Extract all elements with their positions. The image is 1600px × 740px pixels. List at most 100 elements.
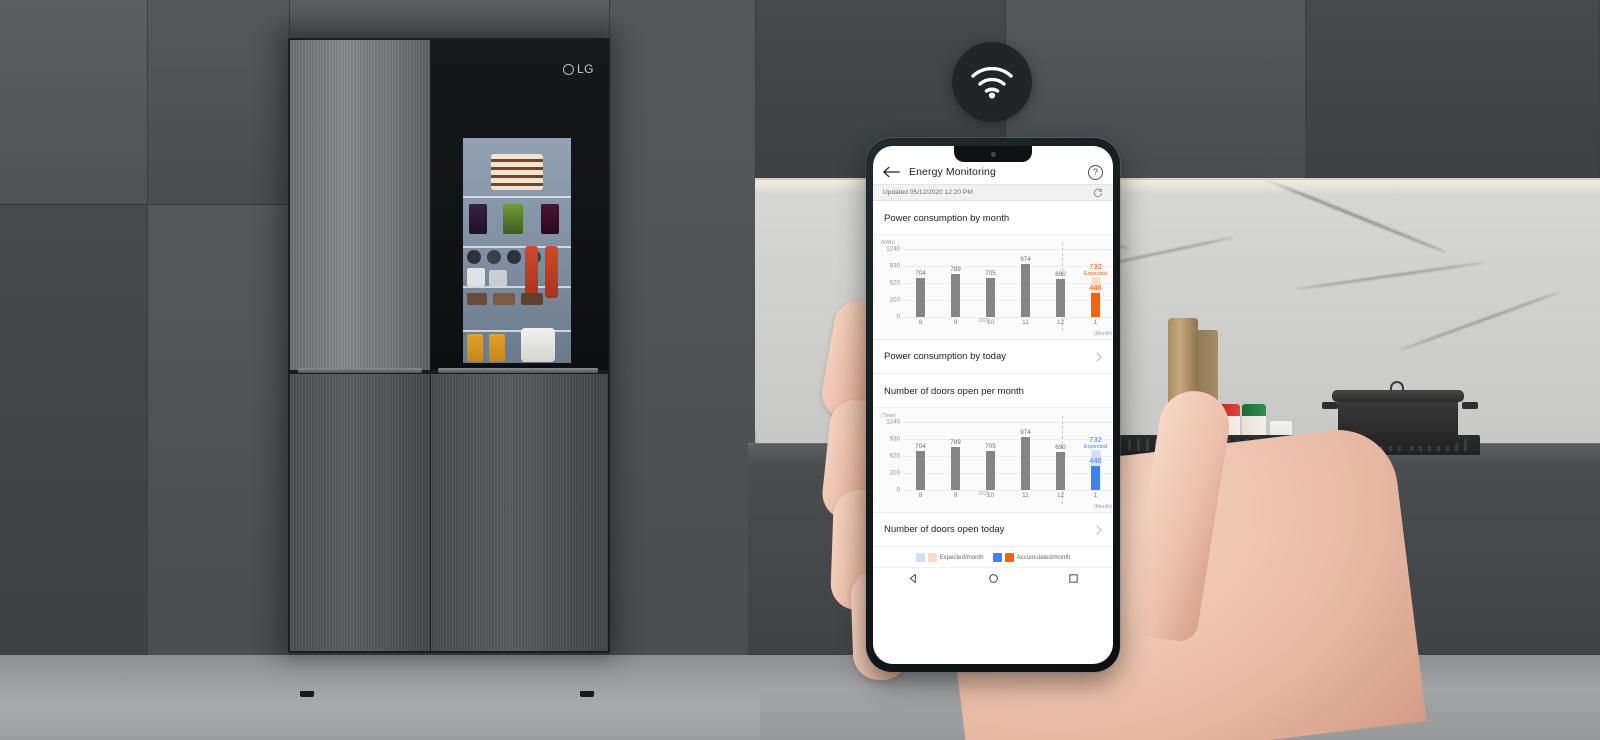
bar-value-label: 974 (1020, 255, 1031, 263)
chart-plot-area: 1240 930 620 310 0 704 8 789 9 705 10 97… (886, 243, 1113, 331)
row-doors-open-today[interactable]: Number of doors open today (873, 513, 1113, 547)
bar-value-label: 974 (1020, 428, 1031, 436)
y-tick-label: 620 (889, 279, 900, 287)
kitchen-scene: LG Energy Monitoring ? Updated 05/12/202… (0, 0, 1600, 740)
bar-slot: 704 8 (903, 249, 938, 326)
legend-swatch-expected-orange (927, 552, 937, 562)
x-tick-label: 12 (1056, 319, 1065, 326)
x-tick-label: 1 (1093, 319, 1098, 326)
tall-cabinet (610, 0, 756, 680)
legend-label-accumulated: Accumulated/month (1016, 553, 1071, 561)
updated-status-bar: Updated 05/12/2020 12:20 PM (873, 184, 1113, 201)
front-camera-icon (989, 150, 997, 158)
bar: 974 (1020, 429, 1031, 490)
bar-accumulated: 446 (1089, 456, 1102, 490)
lg-logo-text: LG (576, 62, 594, 76)
bar-value-label: 705 (985, 270, 996, 278)
bar-value-label: 704 (915, 443, 926, 451)
nav-recents-square-icon[interactable] (1068, 573, 1079, 584)
page-title: Energy Monitoring (909, 166, 996, 178)
y-tick-label: 0 (896, 486, 900, 494)
nav-back-triangle-icon[interactable] (908, 573, 919, 584)
chart-x-unit: (Month) (1094, 331, 1112, 337)
expected-value-label: 732 (1089, 261, 1102, 271)
help-circle-icon[interactable]: ? (1088, 164, 1103, 180)
upper-cabinet (148, 0, 290, 205)
expected-caption: Expected (1083, 270, 1108, 277)
bar-slot: 974 11 (1008, 422, 1043, 499)
tall-cabinet (0, 205, 148, 675)
upper-cabinet (0, 0, 148, 205)
x-tick-label: 11 (1022, 319, 1029, 326)
bar: 705 (985, 443, 996, 490)
bar: 789 (950, 439, 961, 490)
x-tick-label: 9 (953, 319, 958, 326)
section-title-power-month: Power consumption by month (884, 213, 1010, 224)
instaview-window (463, 138, 571, 363)
back-arrow-icon[interactable] (883, 166, 900, 178)
bar: 690 (1055, 271, 1066, 317)
legend-label-expected: Expected/month (939, 553, 984, 561)
bar-slot: 690 12 (1043, 422, 1078, 499)
pot-handle (1322, 402, 1338, 409)
bar-value-label: 704 (915, 270, 926, 278)
fridge-handle (298, 368, 422, 373)
updated-timestamp: Updated 05/12/2020 12:20 PM (883, 189, 973, 196)
y-tick-label: 310 (889, 296, 900, 304)
x-tick-label: 1 (1093, 492, 1098, 499)
y-tick-label: 310 (889, 469, 900, 477)
chart-plot-area: 1240 930 620 310 0 704 8 789 9 705 10 97… (886, 416, 1113, 504)
legend-swatch-expected-blue (915, 552, 925, 562)
bar: 789 (950, 266, 961, 317)
bar-slot: 705 10 (973, 249, 1008, 326)
accumulated-value-label: 446 (1089, 455, 1102, 465)
wifi-badge (952, 42, 1032, 122)
tall-cabinet (148, 205, 290, 675)
bar-value-label: 789 (950, 265, 961, 273)
x-tick-label: 9 (953, 492, 958, 499)
row-power-consumption-by-today[interactable]: Power consumption by today (873, 340, 1113, 374)
upper-cabinet (1306, 0, 1600, 180)
bar: 705 (985, 270, 996, 317)
chart-bars: 704 8 789 9 705 10 974 11 690 12 Expecte… (903, 422, 1113, 499)
x-tick-label: 8 (918, 319, 923, 326)
phone-screen: Energy Monitoring ? Updated 05/12/2020 1… (873, 146, 1113, 664)
pot-handle (1462, 402, 1478, 409)
expected-value-label: 732 (1089, 434, 1102, 444)
chevron-right-icon[interactable] (1096, 524, 1102, 535)
chevron-right-icon[interactable] (1096, 351, 1102, 362)
legend-swatch-accumulated-orange (1004, 552, 1014, 562)
bar-slot: 789 9 (938, 422, 973, 499)
chart-power-consumption-by-month: (kWh) 1240 930 620 310 0 704 8 789 9 705… (873, 234, 1113, 340)
chart-x-unit: (Month) (1094, 504, 1112, 510)
bar-value-label: 690 (1055, 271, 1066, 279)
bar-value-label: 690 (1055, 444, 1066, 452)
wifi-icon (971, 66, 1013, 99)
nav-home-circle-icon[interactable] (988, 573, 999, 584)
bar-slot-current: Expected 732 446 1 (1078, 422, 1113, 499)
legend-swatch-accumulated-blue (992, 552, 1002, 562)
bar-value-label: 705 (985, 443, 996, 451)
legend-item-expected: Expected/month (915, 552, 984, 562)
y-tick-label: 0 (896, 313, 900, 321)
bar: 974 (1020, 256, 1031, 317)
x-tick-label: 12 (1056, 492, 1065, 499)
row-label: Power consumption by today (884, 351, 1006, 362)
chart-doors-open-per-month: (Time) 1240 930 620 310 0 704 8 789 9 70… (873, 407, 1113, 513)
refresh-icon[interactable] (1093, 187, 1103, 198)
fridge-drawer-left (290, 374, 430, 651)
bar-slot: 974 11 (1008, 249, 1043, 326)
expected-caption: Expected (1083, 443, 1108, 450)
bar-slot: 789 9 (938, 249, 973, 326)
x-tick-label: 11 (1022, 492, 1029, 499)
section-title-doors-month: Number of doors open per month (884, 386, 1024, 397)
fridge-handle (438, 368, 598, 373)
y-tick-label: 930 (889, 435, 900, 443)
legend-item-accumulated: Accumulated/month (992, 552, 1071, 562)
pot-knob (1390, 381, 1404, 391)
bar: 704 (915, 270, 926, 317)
bar: 690 (1055, 444, 1066, 490)
lg-logo-ring (562, 63, 574, 75)
pot-lid (1332, 390, 1464, 402)
fridge-drawer-right (431, 374, 608, 651)
